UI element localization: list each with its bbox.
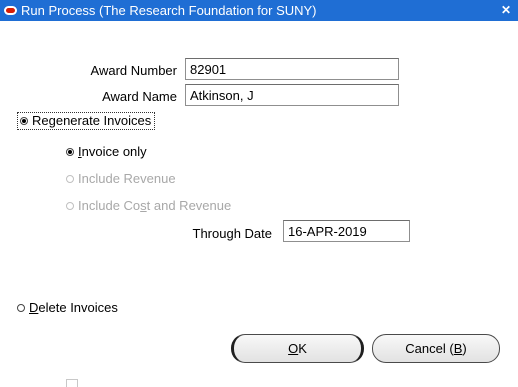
- close-icon[interactable]: ✕: [498, 2, 514, 18]
- include-revenue-label: Include Revenue: [78, 171, 176, 186]
- label-rest: ): [462, 341, 467, 356]
- title-bar: Run Process (The Research Foundation for…: [0, 0, 518, 21]
- oracle-icon: [4, 6, 17, 15]
- radio-selected-icon: [66, 147, 74, 156]
- include-revenue-radio: Include Revenue: [66, 171, 176, 186]
- mnemonic: D: [29, 300, 39, 315]
- ok-button[interactable]: OK: [231, 334, 364, 363]
- invoice-only-radio[interactable]: Invoice only: [66, 144, 147, 159]
- award-name-field[interactable]: [185, 84, 399, 106]
- label-rest: nvoice only: [81, 144, 147, 159]
- radio-unselected-icon: [66, 174, 74, 183]
- through-date-label: Through Date: [192, 226, 273, 241]
- label-start: Cancel (: [405, 341, 454, 356]
- focus-outline: Regenerate Invoices: [17, 112, 156, 130]
- regenerate-invoices-label: Regenerate Invoices: [32, 113, 152, 128]
- through-date-field[interactable]: [283, 220, 410, 242]
- run-process-dialog: Run Process (The Research Foundation for…: [0, 0, 518, 387]
- regenerate-invoices-radio[interactable]: Regenerate Invoices: [17, 112, 156, 130]
- cancel-button[interactable]: Cancel (B): [372, 334, 500, 363]
- mnemonic: O: [288, 341, 299, 356]
- invoice-only-label: Invoice only: [78, 144, 147, 159]
- include-cost-revenue-label: Include Cost and Revenue: [78, 198, 231, 213]
- radio-unselected-icon: [17, 303, 25, 312]
- award-name-label: Award Name: [102, 89, 177, 104]
- label-rest: elete Invoices: [38, 300, 118, 315]
- delete-invoices-radio[interactable]: Delete Invoices: [17, 300, 118, 315]
- radio-unselected-icon: [66, 201, 74, 210]
- award-number-field[interactable]: [185, 58, 399, 80]
- radio-selected-icon: [20, 116, 28, 125]
- window-title: Run Process (The Research Foundation for…: [21, 3, 317, 18]
- delete-invoices-label: Delete Invoices: [29, 300, 118, 315]
- award-number-label: Award Number: [90, 63, 177, 78]
- label-rest: t and Revenue: [146, 198, 232, 213]
- label-start: Include Co: [78, 198, 141, 213]
- include-cost-revenue-radio: Include Cost and Revenue: [66, 198, 231, 213]
- mnemonic: B: [453, 341, 463, 356]
- label-rest: K: [298, 341, 307, 356]
